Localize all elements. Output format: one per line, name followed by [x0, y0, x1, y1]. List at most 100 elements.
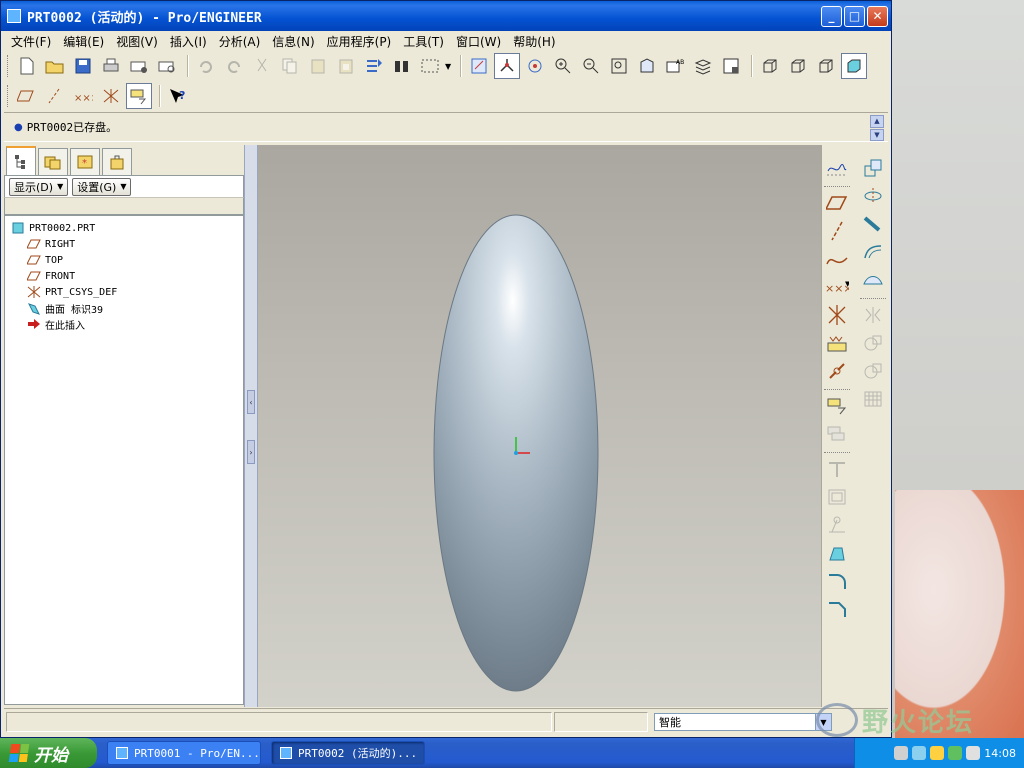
style-tool-icon[interactable] — [860, 267, 886, 293]
no-hidden-icon[interactable] — [813, 53, 839, 79]
spin-center-icon[interactable] — [494, 53, 521, 79]
menu-window[interactable]: 窗口(W) — [450, 33, 507, 50]
keyboard-icon[interactable] — [894, 746, 909, 760]
datum-point-tool-icon[interactable]: ××× ▼ — [824, 274, 850, 300]
volume-icon[interactable] — [966, 746, 981, 760]
variable-sweep-icon[interactable] — [860, 211, 886, 237]
tree-node-insert-here[interactable]: 在此插入 — [5, 316, 243, 332]
tree-node-csys[interactable]: PRT_CSYS_DEF — [5, 284, 243, 300]
print-icon[interactable] — [98, 53, 124, 79]
datum-axis-display-icon[interactable] — [42, 83, 68, 109]
csys-display-icon[interactable] — [98, 83, 124, 109]
menu-insert[interactable]: 插入(I) — [164, 33, 213, 50]
datum-axis-tool-icon[interactable] — [824, 218, 850, 244]
hole-tool-icon[interactable] — [824, 456, 850, 482]
tab-connections[interactable] — [102, 148, 132, 175]
menu-tools[interactable]: 工具(T) — [397, 33, 450, 50]
maximize-button[interactable]: □ — [844, 5, 865, 27]
annotation-display-icon[interactable] — [126, 83, 152, 109]
panel-splitter[interactable]: ‹ › — [244, 145, 258, 707]
tree-node-right-plane[interactable]: RIGHT — [5, 236, 243, 252]
tab-folder-browser[interactable] — [38, 148, 68, 175]
email-link-icon[interactable] — [154, 53, 180, 79]
csys-tool-icon[interactable] — [824, 302, 850, 328]
display-dropdown[interactable]: 显示(D) ▼ — [9, 177, 69, 196]
message-scrollbar[interactable]: ▲ ▼ — [870, 115, 884, 141]
menu-view[interactable]: 视图(V) — [110, 33, 164, 50]
tree-node-surface[interactable]: 曲面 标识39 — [5, 300, 243, 316]
datum-chain-icon[interactable] — [824, 358, 850, 384]
pattern-tool-icon[interactable] — [860, 386, 886, 412]
expand-right-icon[interactable]: › — [247, 440, 255, 464]
menu-edit[interactable]: 编辑(E) — [57, 33, 110, 50]
email-icon[interactable] — [126, 53, 152, 79]
mirror-tool-icon[interactable] — [860, 302, 886, 328]
menu-analysis[interactable]: 分析(A) — [213, 33, 267, 50]
toolbar-grip[interactable] — [7, 85, 10, 107]
copy-icon[interactable] — [277, 53, 303, 79]
datum-point-display-icon[interactable]: ××× — [70, 83, 96, 109]
selection-dropdown-arrow[interactable]: ▼ — [445, 62, 451, 71]
save-icon[interactable] — [70, 53, 96, 79]
layers-icon[interactable] — [690, 53, 716, 79]
menu-help[interactable]: 帮助(H) — [507, 33, 561, 50]
sketch-tool-icon[interactable] — [824, 155, 850, 181]
menu-file[interactable]: 文件(F) — [5, 33, 57, 50]
tab-model-tree[interactable] — [6, 146, 36, 175]
repaint-icon[interactable] — [466, 53, 492, 79]
menu-applications[interactable]: 应用程序(P) — [321, 33, 398, 50]
messenger-icon[interactable] — [930, 746, 945, 760]
new-file-icon[interactable] — [14, 53, 40, 79]
datum-plane-display-icon[interactable] — [14, 83, 40, 109]
taskbar-item-prt0001[interactable]: PRT0001 - Pro/EN... — [107, 741, 261, 765]
analysis-feature-icon[interactable] — [824, 330, 850, 356]
open-file-icon[interactable] — [42, 53, 68, 79]
start-button[interactable]: 开始 — [0, 738, 97, 768]
minimize-button[interactable]: _ — [821, 5, 842, 27]
cut-icon[interactable] — [249, 53, 275, 79]
datum-plane-tool-icon[interactable] — [824, 190, 850, 216]
extrude-tool-icon[interactable] — [860, 155, 886, 181]
scroll-down-icon[interactable]: ▼ — [870, 128, 884, 141]
scroll-up-icon[interactable]: ▲ — [870, 115, 884, 128]
regenerate-icon[interactable] — [361, 53, 387, 79]
trim-tool-icon[interactable] — [860, 358, 886, 384]
title-bar[interactable]: PRT0002 (活动的) - Pro/ENGINEER _ □ ✕ — [1, 1, 891, 31]
orient-mode-icon[interactable] — [522, 53, 548, 79]
toolbar-grip[interactable] — [7, 55, 10, 77]
hidden-line-icon[interactable] — [785, 53, 811, 79]
round-tool-icon[interactable] — [824, 568, 850, 594]
view-manager-icon[interactable] — [718, 53, 744, 79]
annotation-element-icon[interactable] — [824, 421, 850, 447]
saved-views-icon[interactable]: AB — [662, 53, 688, 79]
revolve-tool-icon[interactable] — [860, 183, 886, 209]
zoom-in-icon[interactable] — [550, 53, 576, 79]
tab-favorites[interactable]: * — [70, 148, 100, 175]
undo-icon[interactable] — [193, 53, 219, 79]
datum-curve-tool-icon[interactable] — [824, 246, 850, 272]
wireframe-icon[interactable] — [757, 53, 783, 79]
refit-icon[interactable] — [606, 53, 632, 79]
taskbar-item-prt0002[interactable]: PRT0002 (活动的)... — [271, 741, 425, 765]
annotation-feature-icon[interactable] — [824, 393, 850, 419]
reorient-icon[interactable] — [634, 53, 660, 79]
redo-icon[interactable] — [221, 53, 247, 79]
find-icon[interactable] — [389, 53, 415, 79]
paste-special-icon[interactable] — [333, 53, 359, 79]
draft-tool-icon[interactable] — [824, 540, 850, 566]
shell-tool-icon[interactable] — [824, 484, 850, 510]
graphics-viewport[interactable] — [258, 145, 821, 707]
boundary-blend-icon[interactable] — [860, 239, 886, 265]
chamfer-tool-icon[interactable] — [824, 596, 850, 622]
selection-box-icon[interactable] — [417, 53, 443, 79]
clock[interactable]: 14:08 — [984, 747, 1016, 760]
rib-tool-icon[interactable] — [824, 512, 850, 538]
merge-tool-icon[interactable] — [860, 330, 886, 356]
tree-node-top-plane[interactable]: TOP — [5, 252, 243, 268]
settings-dropdown[interactable]: 设置(G) ▼ — [72, 177, 132, 196]
close-button[interactable]: ✕ — [867, 5, 888, 27]
paste-icon[interactable] — [305, 53, 331, 79]
zoom-out-icon[interactable] — [578, 53, 604, 79]
antivirus-icon[interactable] — [948, 746, 963, 760]
menu-info[interactable]: 信息(N) — [266, 33, 320, 50]
